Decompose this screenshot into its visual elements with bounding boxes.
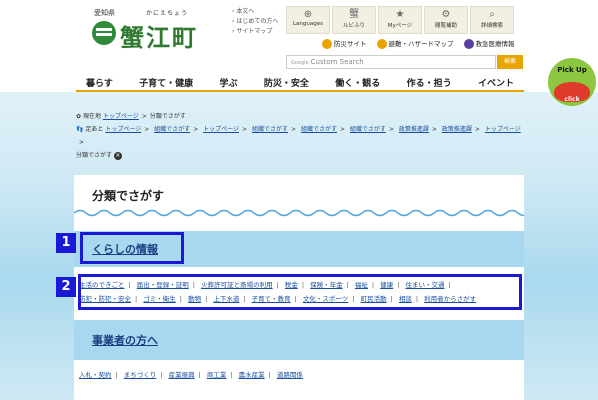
trail-link[interactable]: 政策推進課 bbox=[399, 126, 429, 133]
pickup-label: Pick Up bbox=[557, 66, 587, 74]
disaster-site-label: 防災サイト bbox=[334, 40, 367, 48]
nav-divider bbox=[76, 90, 524, 92]
section-business: 事業者の方へ bbox=[74, 320, 524, 360]
annotation-box-1 bbox=[80, 232, 184, 264]
google-brand: Google bbox=[291, 60, 309, 66]
accessibility-label: 閲覧補助 bbox=[434, 23, 457, 29]
main-nav: 暮らす 子育て・健康 学ぶ 防災・安全 働く・観る 作る・担う イベント bbox=[76, 76, 524, 89]
footprint-trail: 👣 足あと トップページ > 組織でさがす > トップページ > 組織でさがす > 組織… bbox=[76, 126, 521, 146]
languages-label: Languages bbox=[292, 21, 323, 27]
nav-events[interactable]: イベント bbox=[468, 76, 524, 89]
hazard-map-link[interactable]: 避難・ハザードマップ bbox=[376, 38, 454, 49]
hazard-map-icon bbox=[376, 39, 387, 49]
search-placeholder: Custom Search bbox=[310, 58, 364, 66]
trail-link[interactable]: 組織でさがす bbox=[301, 126, 337, 133]
annotation-badge-2: 2 bbox=[56, 277, 76, 297]
category-link[interactable]: 商工業 bbox=[207, 371, 227, 379]
trail-link[interactable]: トップページ bbox=[105, 126, 141, 133]
trail-label: 足あと bbox=[85, 126, 104, 133]
breadcrumb-link[interactable]: トップページ bbox=[103, 113, 139, 120]
footprint-trail-end: 分類でさがす × bbox=[76, 149, 524, 162]
nav-living[interactable]: 暮らす bbox=[76, 76, 123, 89]
accessibility-button[interactable]: ⚙ 閲覧補助 bbox=[424, 6, 468, 34]
trail-current: 分類でさがす bbox=[76, 152, 113, 159]
star-icon: ★ bbox=[395, 9, 405, 20]
wavy-divider bbox=[74, 209, 524, 217]
current-location: ✿ 現在地 トップページ > 分類でさがす bbox=[76, 113, 186, 120]
annotation-badge-1: 1 bbox=[56, 233, 76, 253]
trail-link[interactable]: 組織でさがす bbox=[252, 126, 288, 133]
pickup-button[interactable]: Pick Up click bbox=[548, 58, 596, 106]
search-button[interactable]: 検索 bbox=[497, 55, 523, 69]
trail-link[interactable]: 組織でさがす bbox=[154, 126, 190, 133]
search-icon: ⌕ bbox=[489, 9, 495, 20]
trail-link[interactable]: トップページ bbox=[485, 126, 521, 133]
my-page-label: Myページ bbox=[387, 23, 413, 29]
category-link[interactable]: 入札・契約 bbox=[79, 371, 112, 379]
my-page-button[interactable]: ★ Myページ bbox=[378, 6, 422, 34]
town-emblem-icon bbox=[92, 21, 116, 45]
town-logo[interactable]: 愛知県 かにえちょう 蟹江町 bbox=[88, 6, 228, 52]
kanji-icon: 蟹 bbox=[349, 9, 359, 20]
sub-nav: 防災サイト 避難・ハザードマップ 救急医療情報 bbox=[322, 38, 515, 49]
languages-button[interactable]: ⊕ Languages bbox=[286, 6, 330, 34]
category-link[interactable]: 農水産業 bbox=[239, 371, 265, 379]
skip-to-content-link[interactable]: 本文へ bbox=[232, 7, 278, 17]
disaster-icon bbox=[322, 39, 332, 49]
town-ruby: かにえちょう bbox=[146, 10, 189, 17]
breadcrumb-current: 分類でさがす bbox=[149, 113, 186, 120]
location-icon: ✿ bbox=[76, 113, 83, 120]
clear-trail-close-icon[interactable]: × bbox=[113, 151, 122, 160]
sitemap-link[interactable]: サイトマップ bbox=[232, 27, 278, 37]
nav-work-tourism[interactable]: 働く・観る bbox=[325, 76, 390, 89]
emergency-medical-link[interactable]: 救急医療情報 bbox=[463, 38, 515, 49]
first-time-visitors-link[interactable]: はじめての方へ bbox=[232, 17, 278, 27]
category-link[interactable]: 道路関係 bbox=[277, 371, 303, 379]
site-header: 愛知県 かにえちょう 蟹江町 本文へ はじめての方へ サイトマップ ⊕ Lang… bbox=[0, 0, 598, 92]
disaster-site-link[interactable]: 防災サイト bbox=[322, 38, 367, 49]
trail-link[interactable]: 政策推進課 bbox=[442, 126, 472, 133]
nav-learn[interactable]: 学ぶ bbox=[210, 76, 248, 89]
trail-link[interactable]: 組織でさがす bbox=[350, 126, 386, 133]
page-title: 分類でさがす bbox=[92, 189, 165, 203]
links-row: 入札・契約 | まちづくり | 産業振興 | 商工業 | 農水産業 | 道路関係 bbox=[79, 371, 303, 379]
globe-icon: ⊕ bbox=[303, 9, 313, 20]
gear-icon: ⚙ bbox=[441, 9, 451, 20]
prefecture-label: 愛知県 bbox=[94, 9, 115, 17]
ruby-label: ルビふり bbox=[342, 23, 365, 29]
ruby-button[interactable]: 蟹 ルビふり bbox=[332, 6, 376, 34]
town-name: 蟹江町 bbox=[120, 23, 198, 52]
pickup-click-label: click bbox=[564, 96, 580, 103]
category-link[interactable]: 産業振興 bbox=[169, 371, 195, 379]
advanced-search-label: 詳細検索 bbox=[480, 23, 503, 29]
utility-buttons: ⊕ Languages 蟹 ルビふり ★ Myページ ⚙ 閲覧補助 ⌕ 詳細検索 bbox=[286, 6, 514, 34]
trail-link[interactable]: トップページ bbox=[203, 126, 239, 133]
nav-childcare-health[interactable]: 子育て・健康 bbox=[129, 76, 203, 89]
advanced-search-button[interactable]: ⌕ 詳細検索 bbox=[470, 6, 514, 34]
medical-icon bbox=[463, 39, 474, 49]
annotation-box-2 bbox=[78, 274, 522, 310]
breadcrumb: ✿ 現在地 トップページ > 分類でさがす 👣 足あと トップページ > 組織でさがす… bbox=[76, 110, 524, 162]
current-location-label: 現在地 bbox=[82, 113, 101, 120]
section-heading-business[interactable]: 事業者の方へ bbox=[92, 332, 158, 348]
top-links: 本文へ はじめての方へ サイトマップ bbox=[232, 7, 278, 37]
hazard-map-label: 避難・ハザードマップ bbox=[388, 40, 454, 48]
business-links: 入札・契約 | まちづくり | 産業振興 | 商工業 | 農水産業 | 道路関係 bbox=[79, 368, 519, 382]
search-input[interactable]: Google Custom Search bbox=[286, 55, 496, 69]
category-link[interactable]: まちづくり bbox=[124, 371, 157, 379]
emergency-medical-label: 救急医療情報 bbox=[475, 40, 515, 48]
nav-safety[interactable]: 防災・安全 bbox=[254, 76, 319, 89]
nav-create[interactable]: 作る・担う bbox=[397, 76, 462, 89]
footprint-icon: 👣 bbox=[76, 126, 86, 133]
